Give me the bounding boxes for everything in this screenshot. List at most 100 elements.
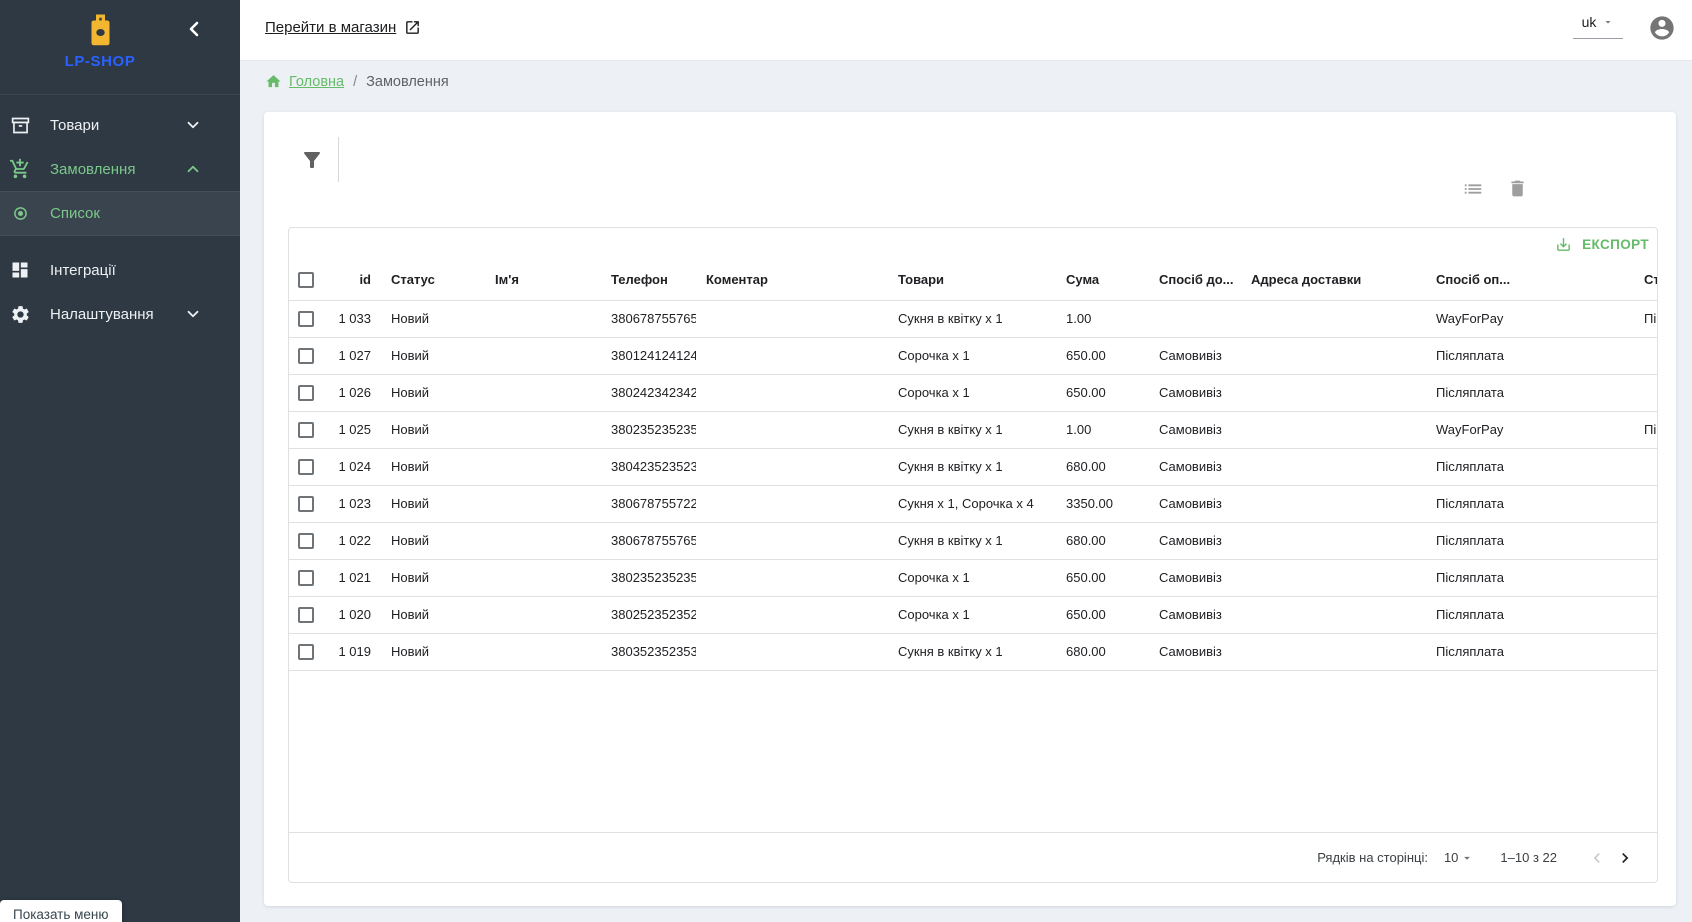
cell-address <box>1241 633 1426 670</box>
rows-per-page-label: Рядків на сторінці: <box>1317 850 1428 865</box>
cell-address <box>1241 300 1426 337</box>
col-header-delivery[interactable]: Спосіб до... <box>1149 260 1241 300</box>
show-menu-tooltip: Показать меню <box>0 900 122 922</box>
cell-phone: 380242342342 <box>601 374 696 411</box>
table-row[interactable]: 1 033Новий380678755765Сукня в квітку x 1… <box>289 300 1658 337</box>
account-avatar-icon[interactable] <box>1648 14 1676 42</box>
chevron-up-icon <box>184 160 202 178</box>
select-all-checkbox[interactable] <box>298 272 314 288</box>
row-checkbox[interactable] <box>298 533 314 549</box>
cell-sum: 680.00 <box>1056 633 1149 670</box>
breadcrumb: Головна / Замовлення <box>265 73 449 90</box>
collapse-sidebar-icon[interactable] <box>182 17 206 41</box>
logo-text: LP-SHOP <box>65 53 136 70</box>
row-checkbox-cell <box>289 337 333 374</box>
col-header-phone[interactable]: Телефон <box>601 260 696 300</box>
cell-comment <box>696 448 888 485</box>
table-row[interactable]: 1 021Новий380235235235Сорочка x 1650.00С… <box>289 559 1658 596</box>
cell-sum: 680.00 <box>1056 522 1149 559</box>
breadcrumb-home-label: Головна <box>289 74 344 90</box>
cell-name <box>485 300 601 337</box>
sidebar-item-orders-list[interactable]: Список <box>0 191 240 236</box>
cell-sum: 650.00 <box>1056 596 1149 633</box>
sidebar-item-products[interactable]: Товари <box>0 103 240 147</box>
view-list-icon[interactable] <box>1462 178 1484 200</box>
cell-paystatus: Пі <box>1634 300 1658 337</box>
cell-paystatus <box>1634 522 1658 559</box>
settings-gear-icon <box>8 302 32 326</box>
content-area: Головна / Замовлення ЕКСПОРТ idСтатусІм' <box>240 61 1692 922</box>
sidebar: LP-SHOP Товари Замовлення <box>0 0 240 922</box>
cell-phone: 380423523523 <box>601 448 696 485</box>
cell-address <box>1241 522 1426 559</box>
col-header-name[interactable]: Ім'я <box>485 260 601 300</box>
col-header-status[interactable]: Статус <box>381 260 485 300</box>
table-row[interactable]: 1 020Новий380252352352Сорочка x 1650.00С… <box>289 596 1658 633</box>
language-select[interactable]: uk <box>1573 14 1623 39</box>
cell-status: Новий <box>381 374 485 411</box>
breadcrumb-home[interactable]: Головна <box>265 73 344 90</box>
delete-icon[interactable] <box>1507 178 1529 200</box>
cell-comment <box>696 559 888 596</box>
cell-comment <box>696 596 888 633</box>
cell-comment <box>696 411 888 448</box>
table-row[interactable]: 1 024Новий380423523523Сукня в квітку x 1… <box>289 448 1658 485</box>
cell-name <box>485 596 601 633</box>
sidebar-item-integrations[interactable]: Інтеграції <box>0 248 240 292</box>
row-checkbox[interactable] <box>298 570 314 586</box>
table-row[interactable]: 1 025Новий380235235235Сукня в квітку x 1… <box>289 411 1658 448</box>
col-header-paystatus[interactable]: Ст <box>1634 260 1658 300</box>
cell-status: Новий <box>381 633 485 670</box>
row-checkbox[interactable] <box>298 459 314 475</box>
row-checkbox-cell <box>289 411 333 448</box>
row-checkbox-cell <box>289 300 333 337</box>
cell-phone: 380235235235 <box>601 559 696 596</box>
table-row[interactable]: 1 022Новий380678755765Сукня в квітку x 1… <box>289 522 1658 559</box>
filter-icon[interactable] <box>300 148 326 174</box>
cell-id: 1 019 <box>333 633 381 670</box>
col-header-comment[interactable]: Коментар <box>696 260 888 300</box>
cell-paystatus <box>1634 485 1658 522</box>
cell-address <box>1241 485 1426 522</box>
col-header-sum[interactable]: Сума <box>1056 260 1149 300</box>
row-checkbox[interactable] <box>298 607 314 623</box>
row-checkbox[interactable] <box>298 311 314 327</box>
export-button[interactable]: ЕКСПОРТ <box>1555 236 1649 253</box>
table-row[interactable]: 1 027Новий380124124124Сорочка x 1650.00С… <box>289 337 1658 374</box>
table-row[interactable]: 1 023Новий380678755722Сукня x 1, Сорочка… <box>289 485 1658 522</box>
col-header-payment[interactable]: Спосіб оп... <box>1426 260 1634 300</box>
cell-name <box>485 522 601 559</box>
row-checkbox[interactable] <box>298 644 314 660</box>
cell-phone: 380352352353 <box>601 633 696 670</box>
cell-sum: 650.00 <box>1056 337 1149 374</box>
row-checkbox[interactable] <box>298 385 314 401</box>
row-checkbox[interactable] <box>298 348 314 364</box>
table-row[interactable]: 1 019Новий380352352353Сукня в квітку x 1… <box>289 633 1658 670</box>
nav-gap <box>0 236 240 248</box>
row-checkbox[interactable] <box>298 422 314 438</box>
go-to-store-link[interactable]: Перейти в магазин <box>265 19 421 36</box>
cell-paystatus <box>1634 559 1658 596</box>
cell-id: 1 027 <box>333 337 381 374</box>
cell-sum: 680.00 <box>1056 448 1149 485</box>
sidebar-item-orders[interactable]: Замовлення <box>0 147 240 191</box>
table-row[interactable]: 1 026Новий380242342342Сорочка x 1650.00С… <box>289 374 1658 411</box>
cell-id: 1 025 <box>333 411 381 448</box>
rows-per-page-select[interactable]: 10 <box>1444 850 1474 865</box>
cell-status: Новий <box>381 300 485 337</box>
cell-status: Новий <box>381 411 485 448</box>
sidebar-header: LP-SHOP <box>0 0 240 95</box>
next-page-button[interactable] <box>1611 844 1639 872</box>
cell-id: 1 022 <box>333 522 381 559</box>
breadcrumb-separator: / <box>353 74 357 90</box>
col-header-id[interactable]: id <box>333 260 381 300</box>
col-header-address[interactable]: Адреса доставки <box>1241 260 1426 300</box>
cell-payment: Післяплата <box>1426 596 1634 633</box>
row-checkbox[interactable] <box>298 496 314 512</box>
previous-page-button[interactable] <box>1583 844 1611 872</box>
cell-products: Сорочка x 1 <box>888 374 1056 411</box>
bullet-radio-icon <box>8 202 32 226</box>
col-header-products[interactable]: Товари <box>888 260 1056 300</box>
products-box-icon <box>8 113 32 137</box>
sidebar-item-settings[interactable]: Налаштування <box>0 292 240 336</box>
